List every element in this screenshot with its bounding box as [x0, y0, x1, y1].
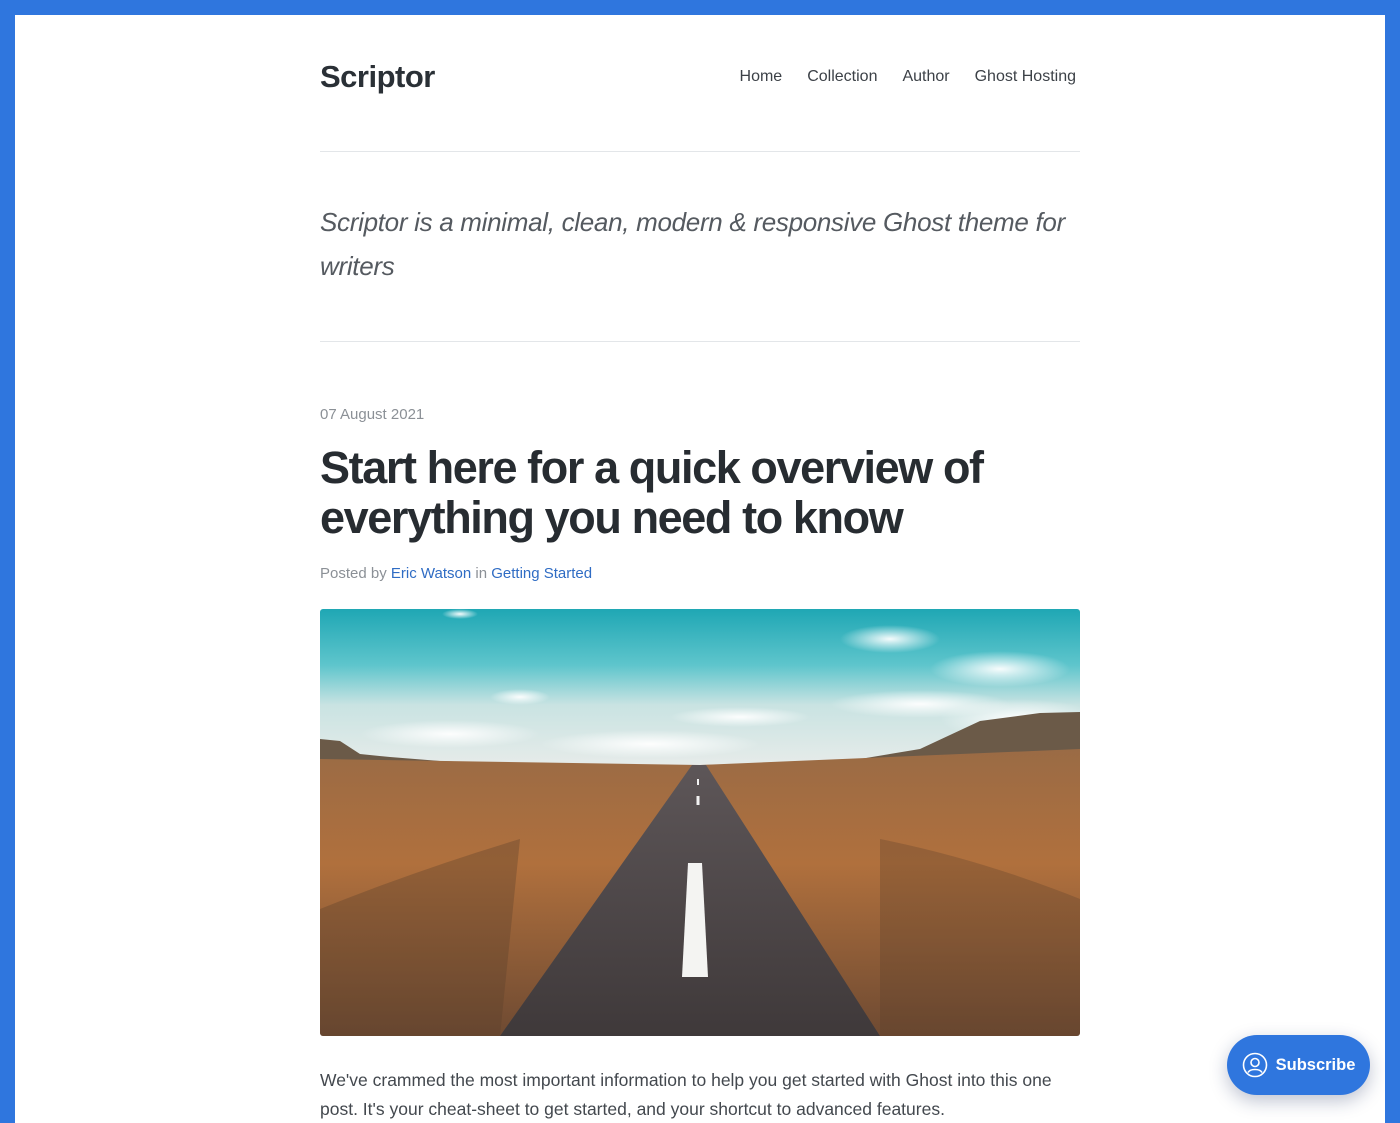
post-meta: Posted by Eric Watson in Getting Started: [320, 565, 1080, 582]
post-title-link[interactable]: Start here for a quick overview of every…: [320, 442, 984, 543]
site-logo[interactable]: Scriptor: [320, 59, 435, 95]
page: Scriptor Home Collection Author Ghost Ho…: [15, 15, 1385, 1123]
posted-by-label: Posted by: [320, 565, 387, 582]
subscribe-button[interactable]: Subscribe: [1227, 1035, 1370, 1095]
post-excerpt: We've crammed the most important informa…: [320, 1070, 1052, 1119]
subscribe-label: Subscribe: [1275, 1055, 1356, 1074]
nav-item-home[interactable]: Home: [740, 68, 783, 86]
nav-item-author[interactable]: Author: [902, 68, 949, 86]
site-header: Scriptor Home Collection Author Ghost Ho…: [320, 15, 1080, 152]
tag-link[interactable]: Getting Started: [491, 565, 592, 582]
author-link[interactable]: Eric Watson: [391, 565, 471, 582]
feature-image[interactable]: [320, 609, 1080, 1036]
main-nav: Home Collection Author Ghost Hosting: [740, 68, 1080, 86]
content-container: Scriptor Home Collection Author Ghost Ho…: [320, 15, 1080, 1123]
nav-item-collection[interactable]: Collection: [807, 68, 877, 86]
post-title[interactable]: Start here for a quick overview of every…: [320, 443, 1080, 543]
site-tagline-section: Scriptor is a minimal, clean, modern & r…: [320, 152, 1080, 342]
in-label: in: [475, 565, 488, 582]
user-circle-icon: [1242, 1052, 1267, 1078]
post: 07 August 2021 Start here for a quick ov…: [320, 406, 1080, 1123]
nav-item-ghost-hosting[interactable]: Ghost Hosting: [975, 68, 1076, 86]
post-date: 07 August 2021: [320, 406, 425, 423]
site-tagline: Scriptor is a minimal, clean, modern & r…: [320, 207, 1065, 281]
